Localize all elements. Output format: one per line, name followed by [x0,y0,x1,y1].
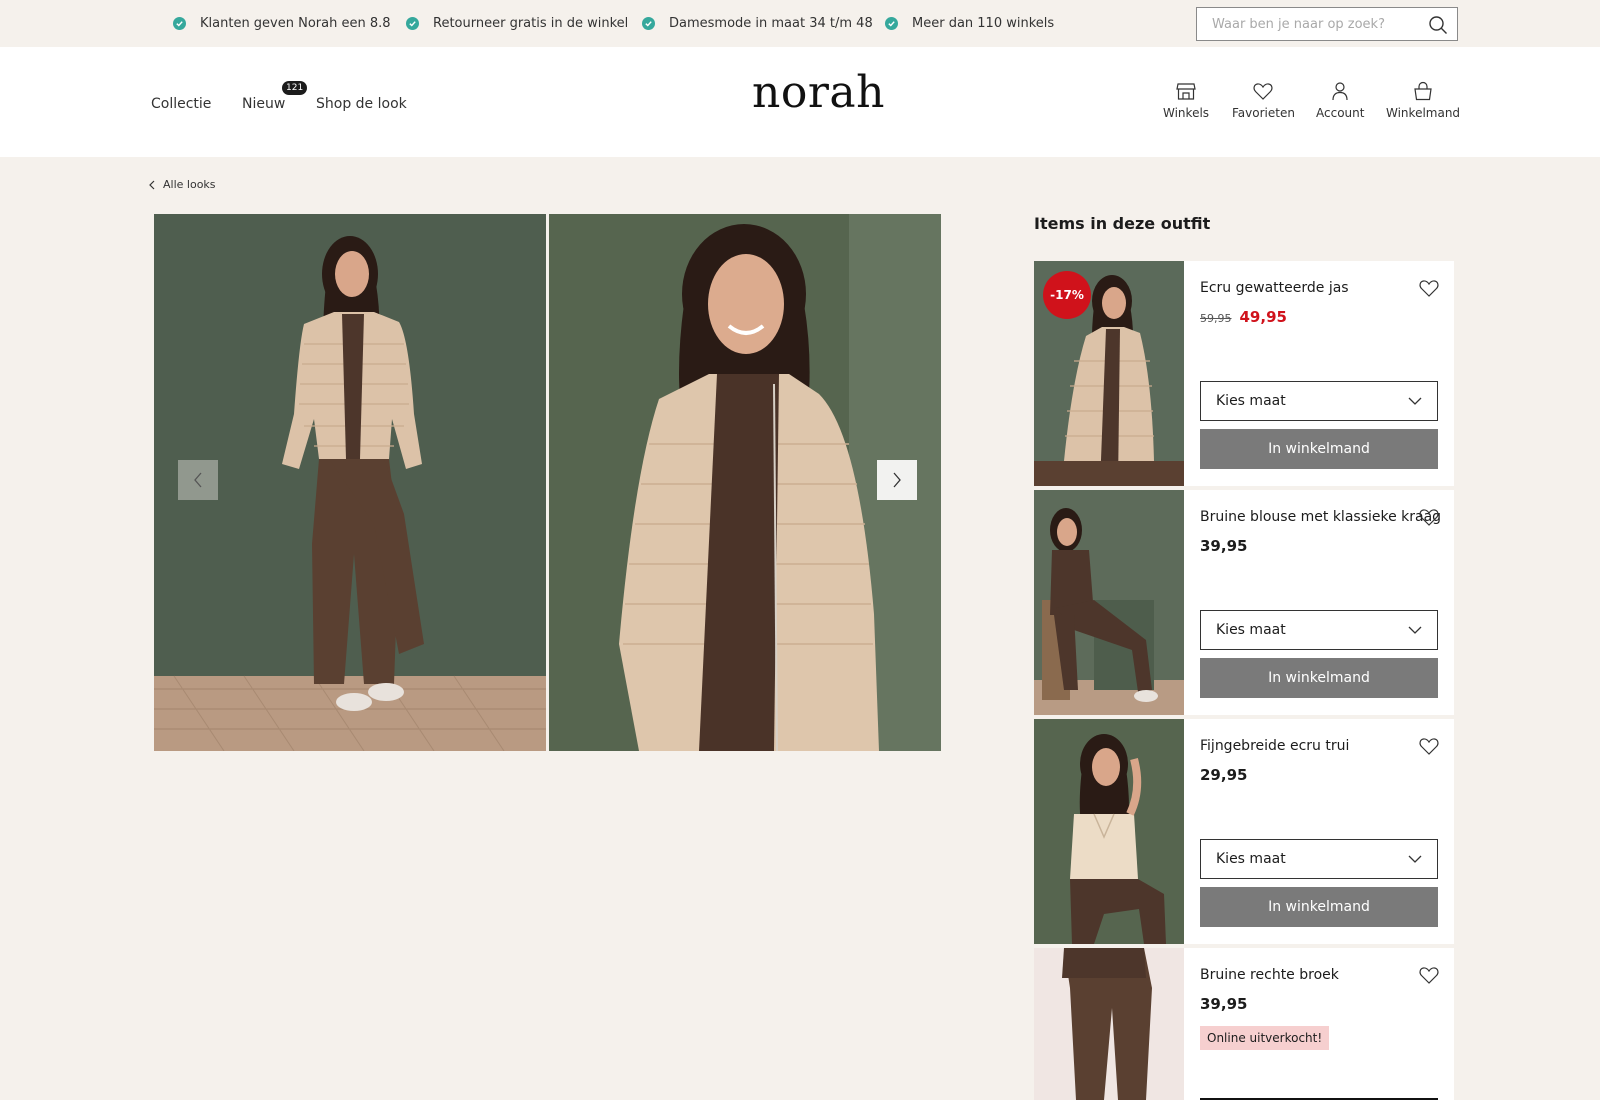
price-row: 29,95 [1200,766,1247,784]
usp-item: Retourneer gratis in de winkel [406,14,628,32]
add-to-cart-button[interactable]: In winkelmand [1200,429,1438,469]
add-to-cart-button[interactable]: In winkelmand [1200,658,1438,698]
account-link[interactable]: Account [1316,80,1364,120]
outfit-title: Items in deze outfit [1034,214,1211,233]
gallery-next-button[interactable] [877,460,917,500]
search-input[interactable] [1197,8,1417,40]
breadcrumb-back[interactable]: Alle looks [148,178,216,191]
nav-nieuw[interactable]: Nieuw [242,96,285,112]
add-to-cart-button[interactable]: In winkelmand [1200,887,1438,927]
new-count-badge: 121 [282,81,308,95]
outfit-item-card: Bruine rechte broek 39,95 Online uitverk… [1034,948,1454,1100]
size-select-label: Kies maat [1216,622,1286,638]
search-box [1196,7,1458,41]
size-select[interactable]: Kies maat [1200,381,1438,421]
price-row: 39,95 [1200,537,1247,555]
basket-icon [1414,81,1432,101]
outfit-item-card: Fijngebreide ecru trui 29,95 Kies maat I… [1034,719,1454,944]
favorite-heart-icon[interactable] [1418,277,1440,299]
price: 29,95 [1200,766,1248,784]
chevron-right-icon [893,472,901,488]
price-row: 39,95 [1200,995,1247,1013]
chevron-down-icon [1408,855,1422,863]
cart-label: Winkelmand [1386,106,1461,120]
account-label: Account [1316,106,1365,120]
product-name[interactable]: Bruine rechte broek [1200,967,1339,983]
size-select[interactable]: Kies maat [1200,610,1438,650]
favorites-link[interactable]: Favorieten [1232,80,1295,120]
product-name[interactable]: Fijngebreide ecru trui [1200,738,1349,754]
check-icon [173,16,186,30]
product-name[interactable]: Ecru gewatteerde jas [1200,280,1349,296]
favorite-heart-icon[interactable] [1418,506,1440,528]
check-icon [642,16,655,30]
search-icon[interactable] [1428,15,1448,35]
chevron-down-icon [1408,397,1422,405]
size-select-label: Kies maat [1216,393,1286,409]
product-image[interactable] [1034,490,1184,715]
usp-item: Damesmode in maat 34 t/m 48 [642,14,873,32]
outfit-item-card: -17% Ecru gewatteerde jas 59,95 49,95 Ki… [1034,261,1454,486]
discount-badge: -17% [1043,271,1091,319]
product-image[interactable] [1034,948,1184,1100]
price: 39,95 [1200,995,1248,1013]
size-select-label: Kies maat [1216,851,1286,867]
favorite-heart-icon[interactable] [1418,735,1440,757]
product-image[interactable] [1034,719,1184,944]
usp-item: Meer dan 110 winkels [885,14,1054,32]
check-icon [406,16,419,30]
nav-shop-de-look[interactable]: Shop de look [316,96,407,112]
site-header: Collectie Nieuw 121 Shop de look norah W… [0,47,1600,157]
chevron-left-icon [149,180,155,189]
sold-out-badge: Online uitverkocht! [1200,1026,1330,1050]
old-price: 59,95 [1200,312,1232,325]
usp-bar: Klanten geven Norah een 8.8 Retourneer g… [0,0,1600,47]
cart-link[interactable]: Winkelmand [1386,80,1460,120]
usp-item: Klanten geven Norah een 8.8 [173,14,391,32]
sale-price: 49,95 [1239,308,1287,326]
norah-logo[interactable]: norah [752,69,884,117]
price-row: 59,95 49,95 [1200,308,1287,326]
price: 39,95 [1200,537,1248,555]
outfit-item-card: Bruine blouse met klassieke kraag 39,95 … [1034,490,1454,715]
check-icon [885,16,898,30]
chevron-left-icon [194,472,202,488]
favorites-label: Favorieten [1232,106,1295,120]
product-name[interactable]: Bruine blouse met klassieke kraag [1200,509,1441,525]
favorite-heart-icon[interactable] [1418,964,1440,986]
product-image[interactable]: -17% [1034,261,1184,486]
size-select[interactable]: Kies maat [1200,839,1438,879]
gallery-prev-button[interactable] [178,460,218,500]
nav-collectie[interactable]: Collectie [151,96,211,112]
stores-link[interactable]: Winkels [1163,80,1209,120]
breadcrumb-label: Alle looks [163,178,216,191]
usp-text: Damesmode in maat 34 t/m 48 [669,15,873,31]
stores-label: Winkels [1163,106,1210,120]
store-icon [1176,83,1196,100]
chevron-down-icon [1408,626,1422,634]
usp-text: Klanten geven Norah een 8.8 [200,15,391,31]
usp-text: Meer dan 110 winkels [912,15,1055,31]
usp-text: Retourneer gratis in de winkel [433,15,629,31]
heart-icon [1253,83,1274,100]
user-icon [1332,82,1348,101]
